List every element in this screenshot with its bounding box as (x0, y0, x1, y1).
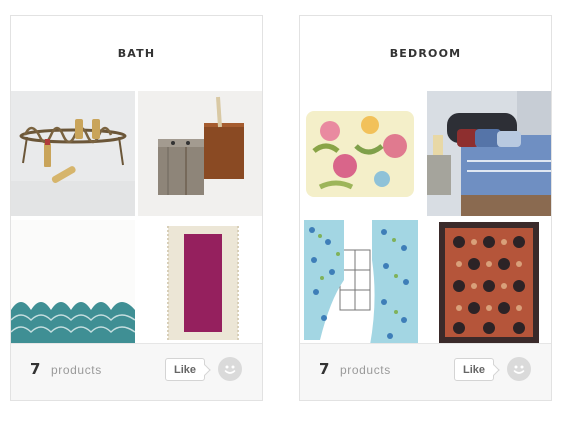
product-count-label: products (51, 363, 102, 377)
product-image-embroidered-towel[interactable] (11, 220, 135, 345)
smiley-icon[interactable] (507, 357, 531, 381)
product-count-label: products (340, 363, 391, 377)
board-footer: 7 products Like (11, 343, 262, 400)
product-image-wood-holders[interactable] (138, 91, 262, 216)
product-count: 7 (30, 360, 41, 378)
product-image-curtains[interactable] (300, 220, 424, 345)
board-footer: 7 products Like (300, 343, 551, 400)
product-image-makeup-tray[interactable] (11, 91, 135, 216)
product-image-grid (300, 91, 551, 345)
board-card-bedroom[interactable]: BEDROOM 7 products Like (299, 15, 552, 401)
board-title[interactable]: BATH (11, 16, 262, 91)
product-image-persian-rug[interactable] (427, 220, 551, 345)
like-button[interactable]: Like (165, 358, 205, 381)
smiley-icon[interactable] (218, 357, 242, 381)
board-card-bath[interactable]: BATH 7 products Like (10, 15, 263, 401)
product-image-bed[interactable] (427, 91, 551, 216)
product-image-magenta-rug[interactable] (138, 220, 262, 345)
product-count: 7 (319, 360, 330, 378)
board-title[interactable]: BEDROOM (300, 16, 551, 91)
like-button[interactable]: Like (454, 358, 494, 381)
product-image-floral-tray[interactable] (300, 91, 424, 216)
product-image-grid (11, 91, 262, 345)
